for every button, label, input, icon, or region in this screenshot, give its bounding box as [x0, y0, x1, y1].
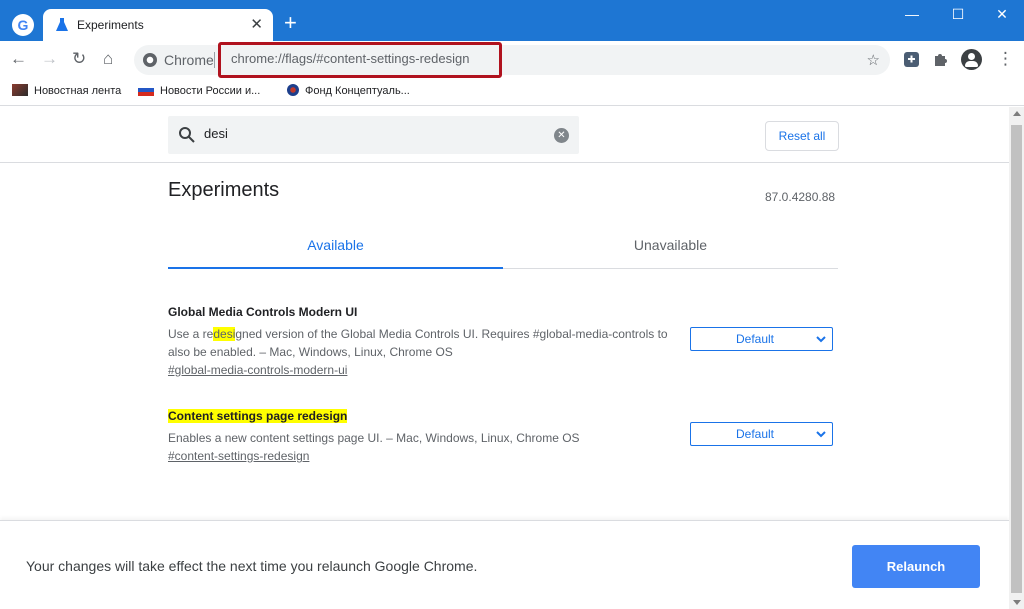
tab-available[interactable]: Available	[168, 231, 503, 269]
flag-select-value: Default	[735, 332, 775, 346]
bookmark-item[interactable]: Новостная лента	[12, 84, 121, 97]
bookmarks-bar: Новостная лента Новости России и... Фонд…	[0, 78, 1024, 106]
chrome-icon	[143, 53, 157, 67]
omnibox-chip: Chrome	[164, 52, 214, 68]
bookmark-label: Новости России и...	[160, 85, 261, 97]
relaunch-button[interactable]: Relaunch	[852, 545, 980, 588]
flag-description: Enables a new content settings page UI. …	[168, 431, 580, 445]
clear-search-icon[interactable]: ✕	[554, 128, 569, 143]
star-icon[interactable]: ☆	[867, 51, 880, 69]
scroll-down-icon[interactable]	[1013, 600, 1021, 605]
bookmark-label: Фонд Концептуаль...	[305, 85, 410, 97]
home-icon[interactable]: ⌂	[103, 49, 113, 69]
search-match-highlight: desi	[213, 327, 236, 341]
flag-select[interactable]: Default	[690, 327, 833, 351]
chevron-down-icon	[816, 431, 826, 438]
divider	[214, 52, 215, 68]
url-text[interactable]: chrome://flags/#content-settings-redesig…	[231, 51, 469, 66]
flag-item: Content settings page redesign Enables a…	[168, 407, 688, 465]
flag-select[interactable]: Default	[690, 422, 833, 446]
scrollbar-thumb[interactable]	[1011, 125, 1022, 593]
tab-unavailable[interactable]: Unavailable	[503, 231, 838, 269]
extensions-puzzle-icon[interactable]	[933, 51, 949, 67]
flags-page: ✕ Reset all Experiments 87.0.4280.88 Ava…	[0, 107, 1024, 609]
flag-title: Content settings page redesign	[168, 409, 348, 423]
tab-close-icon[interactable]: ✕	[250, 15, 263, 33]
profile-avatar-icon[interactable]	[961, 49, 982, 70]
forward-icon[interactable]: →	[41, 49, 58, 69]
reload-icon[interactable]: ↻	[72, 49, 86, 69]
flag-select-value: Default	[735, 427, 775, 441]
flag-description: Use a redesigned version of the Global M…	[168, 325, 678, 361]
flag-description-text: gned version of the Global Media Control…	[168, 327, 668, 359]
minimize-icon[interactable]: —	[889, 6, 935, 22]
scroll-up-icon[interactable]	[1013, 111, 1021, 116]
google-logo-icon: G	[12, 14, 34, 36]
bookmark-item[interactable]: Новости России и...	[138, 84, 260, 97]
bookmark-favicon-icon	[12, 84, 28, 96]
search-input[interactable]	[204, 126, 544, 141]
flag-description-text: Use a re	[168, 327, 214, 341]
flag-permalink[interactable]: #global-media-controls-modern-ui	[168, 363, 347, 377]
reset-all-button[interactable]: Reset all	[765, 121, 839, 151]
flag-title: Global Media Controls Modern UI	[168, 305, 358, 319]
flags-header: ✕ Reset all	[0, 107, 1009, 163]
tab-experiments[interactable]: Experiments ✕	[43, 9, 273, 41]
bookmark-favicon-icon	[138, 84, 154, 96]
search-box[interactable]: ✕	[168, 116, 579, 154]
close-window-icon[interactable]: ✕	[979, 6, 1024, 23]
chevron-down-icon	[816, 336, 826, 343]
toolbar: ← → ↻ ⌂ Chrome chrome://flags/#content-s…	[0, 41, 1024, 78]
relaunch-message: Your changes will take effect the next t…	[26, 558, 478, 574]
search-icon	[179, 127, 195, 143]
version-label: 87.0.4280.88	[765, 190, 836, 204]
url-highlight-box: chrome://flags/#content-settings-redesig…	[218, 42, 502, 78]
scrollbar[interactable]	[1009, 107, 1024, 609]
bookmark-label: Новостная лента	[34, 85, 122, 97]
flask-icon	[56, 18, 68, 31]
maximize-icon[interactable]: ☐	[935, 6, 981, 23]
back-icon[interactable]: ←	[10, 49, 27, 69]
flag-item: Global Media Controls Modern UI Use a re…	[168, 303, 688, 379]
new-tab-icon[interactable]: +	[284, 12, 297, 34]
menu-kebab-icon[interactable]: ⋮	[997, 49, 1014, 69]
extension-app-icon[interactable]	[903, 51, 920, 68]
bookmark-item[interactable]: Фонд Концептуаль...	[287, 84, 410, 97]
page-title: Experiments	[168, 179, 280, 201]
tab-title: Experiments	[77, 18, 144, 32]
bookmark-favicon-icon	[287, 84, 299, 96]
title-bar: G Experiments ✕ + — ☐ ✕	[0, 0, 1024, 41]
flag-permalink[interactable]: #content-settings-redesign	[168, 449, 309, 463]
relaunch-footer: Your changes will take effect the next t…	[0, 520, 1009, 609]
omnibox[interactable]: Chrome chrome://flags/#content-settings-…	[134, 42, 890, 78]
